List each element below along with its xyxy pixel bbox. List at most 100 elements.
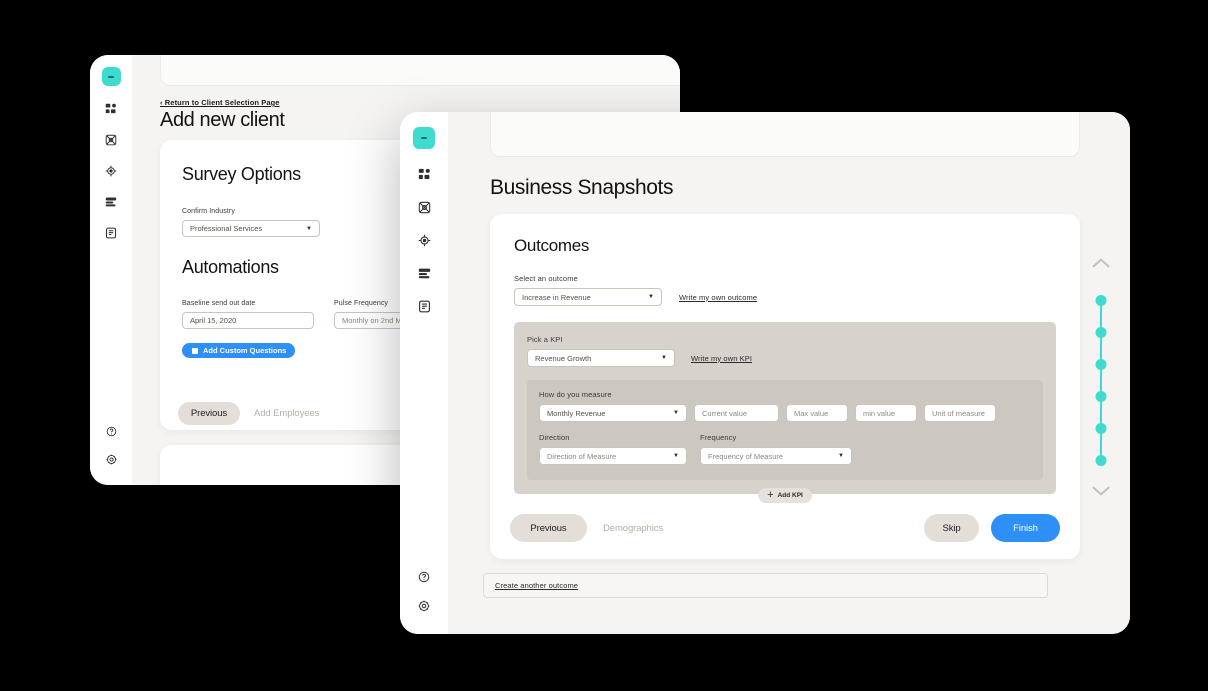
kpi-panel: Pick a KPI Revenue Growth ▼ Write my own… [514,322,1056,503]
current-value-input[interactable]: Current value [694,404,779,422]
chevron-down-icon: ▼ [661,355,667,361]
max-value-input[interactable]: Max value [786,404,848,422]
document-icon[interactable] [105,226,117,244]
network-icon[interactable] [418,201,431,219]
direction-dropdown[interactable]: Direction of Measure ▼ [539,447,687,465]
layers-icon[interactable] [105,195,117,213]
rail-step-dot[interactable] [1095,359,1107,370]
chevron-down-icon: ▼ [838,453,844,459]
foreground-window[interactable]: Business Snapshots Outcomes Select an ou… [400,112,1130,634]
direction-frequency-row: Direction Direction of Measure ▼ Frequen… [539,433,852,465]
target-icon[interactable] [105,164,117,182]
add-kpi-label: Add KPI [777,492,803,499]
confirm-industry-select[interactable]: Professional Services ▼ [182,220,320,237]
automations-heading: Automations [182,257,279,277]
front-sidebar[interactable] [400,112,448,634]
measure-value: Monthly Revenue [547,408,606,418]
chevron-down-icon: ▼ [673,453,679,459]
network-icon[interactable] [105,133,117,151]
target-icon[interactable] [418,234,431,252]
logo-mark [108,75,114,78]
back-top-card [160,55,680,86]
write-my-own-outcome-link[interactable]: Write my own outcome [679,293,757,302]
dashboard-icon[interactable] [105,102,117,120]
baseline-date-label: Baseline send out date [182,300,256,307]
frequency-value: Frequency of Measure [708,451,784,461]
chevron-down-icon: ▼ [648,294,654,300]
min-value-placeholder: min value [863,408,896,418]
frequency-group: Frequency Frequency of Measure ▼ [700,433,852,465]
direction-group: Direction Direction of Measure ▼ [539,433,687,465]
rail-step-dot[interactable] [1095,423,1107,434]
screenshot-stage: ‹ Return to Client Selection Page Add ne… [0,0,1208,691]
back-next-step-label: Add Employees [254,408,320,419]
app-logo[interactable] [101,67,121,86]
outcomes-heading: Outcomes [514,236,590,255]
current-value-placeholder: Current value [702,408,748,418]
layers-icon[interactable] [418,267,431,285]
create-another-outcome-link[interactable]: Create another outcome [495,581,578,590]
how-do-you-measure-label: How do you measure [539,390,612,399]
pulse-frequency-value: Monthly on 2nd M [342,316,402,325]
direction-label: Direction [539,433,570,442]
measure-panel: How do you measure Monthly Revenue ▼ Cur… [527,380,1043,480]
pick-kpi-group: Pick a KPI Revenue Growth ▼ Write my own… [527,335,752,367]
direction-value: Direction of Measure [547,451,617,461]
rail-connector [1100,300,1102,460]
select-outcome-label: Select an outcome [514,274,578,283]
step-progress-rail[interactable] [1088,252,1114,502]
settings-icon[interactable] [418,599,430,617]
measure-dropdown[interactable]: Monthly Revenue ▼ [539,404,687,422]
list-icon [192,347,198,354]
rail-step-dot[interactable] [1095,391,1107,402]
back-card-footer: Previous Add Employees [178,402,319,425]
measure-row: How do you measure Monthly Revenue ▼ Cur… [539,390,1031,422]
confirm-industry-group: Confirm Industry Professional Services ▼ [182,208,320,237]
baseline-date-input[interactable]: April 15, 2020 [182,312,314,329]
chevron-up-icon[interactable] [1091,256,1111,274]
pick-kpi-label: Pick a KPI [527,335,563,344]
max-value-placeholder: Max value [794,408,829,418]
front-top-card [490,112,1080,157]
outcomes-footer: Previous Demographics Skip Finish [510,514,1060,542]
rail-step-dot[interactable] [1095,455,1107,466]
frequency-label: Frequency [700,433,737,442]
add-kpi-button[interactable]: + Add KPI [758,488,812,503]
front-next-step-label: Demographics [603,522,664,534]
app-logo[interactable] [413,127,435,149]
dashboard-icon[interactable] [418,168,431,186]
document-icon[interactable] [418,300,431,318]
confirm-industry-label: Confirm Industry [182,208,235,215]
add-custom-questions-button[interactable]: Add Custom Questions [182,343,296,358]
rail-step-dot[interactable] [1095,295,1107,306]
back-previous-button[interactable]: Previous [178,402,240,425]
back-sidebar[interactable] [90,55,132,485]
settings-icon[interactable] [106,452,117,470]
front-previous-button[interactable]: Previous [510,514,587,542]
confirm-industry-value: Professional Services [190,224,263,233]
frequency-dropdown[interactable]: Frequency of Measure ▼ [700,447,852,465]
pick-kpi-value: Revenue Growth [535,353,592,363]
front-page-title: Business Snapshots [490,176,674,199]
plus-icon: + [767,489,774,501]
finish-button[interactable]: Finish [991,514,1060,542]
help-icon[interactable] [106,424,117,442]
help-icon[interactable] [418,570,430,588]
survey-options-heading: Survey Options [182,164,301,184]
unit-of-measure-placeholder: Unit of measure [932,408,985,418]
chevron-down-icon[interactable] [1091,484,1111,502]
baseline-date-group: Baseline send out date April 15, 2020 [182,300,314,329]
write-my-own-kpi-link[interactable]: Write my own KPI [691,354,752,363]
create-another-outcome-bar[interactable]: Create another outcome [483,573,1048,598]
chevron-down-icon: ▼ [306,225,312,232]
min-value-input[interactable]: min value [855,404,917,422]
unit-of-measure-input[interactable]: Unit of measure [924,404,996,422]
select-outcome-dropdown[interactable]: Increase in Revenue ▼ [514,288,662,306]
rail-step-dot[interactable] [1095,327,1107,338]
chevron-down-icon: ▼ [673,410,679,416]
pick-kpi-dropdown[interactable]: Revenue Growth ▼ [527,349,675,367]
return-to-client-selection-link[interactable]: ‹ Return to Client Selection Page [160,98,284,107]
add-custom-questions-label: Add Custom Questions [203,346,287,355]
skip-button[interactable]: Skip [924,514,979,542]
back-page-title: Add new client [160,109,285,131]
